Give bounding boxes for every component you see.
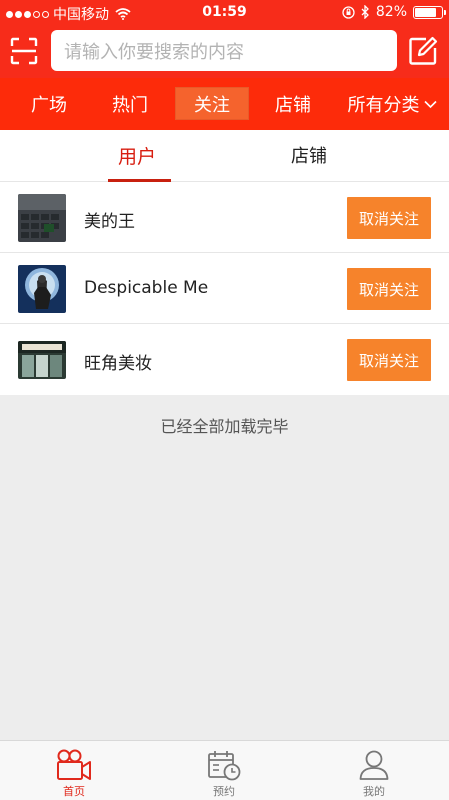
user-name: 旺角美妆 xyxy=(84,354,152,374)
chevron-down-icon xyxy=(423,100,437,108)
avatar[interactable] xyxy=(18,341,66,379)
nav-home[interactable]: 首页 xyxy=(29,741,119,800)
avatar[interactable] xyxy=(18,265,66,313)
search-input[interactable]: 请输入你要搜索的内容 xyxy=(51,30,397,71)
bottom-navigation: 首页 预约 我的 xyxy=(0,740,449,800)
battery-icon xyxy=(413,5,446,19)
scan-icon[interactable] xyxy=(10,37,38,65)
avatar[interactable] xyxy=(18,194,66,242)
nav-profile[interactable]: 我的 xyxy=(329,741,419,800)
nav-label: 首页 xyxy=(63,785,85,798)
unfollow-button[interactable]: 取消关注 xyxy=(347,339,431,381)
bluetooth-icon xyxy=(361,5,369,19)
user-name: 美的王 xyxy=(84,212,135,232)
battery-level-fill xyxy=(415,7,437,17)
subtab-shops[interactable]: 店铺 xyxy=(291,142,327,168)
user-name: Despicable Me xyxy=(84,278,209,298)
tab-all-categories[interactable]: 所有分类 xyxy=(344,78,440,130)
orientation-lock-icon xyxy=(342,5,355,19)
status-bar: 中国移动 01:59 82% xyxy=(0,0,449,24)
calendar-clock-icon xyxy=(208,751,241,781)
nav-booking[interactable]: 预约 xyxy=(179,741,269,800)
tab-square[interactable]: 广场 xyxy=(24,78,74,130)
battery-percent: 82% xyxy=(375,4,407,20)
list-item[interactable]: 美的王 取消关注 xyxy=(0,182,449,253)
nav-label: 预约 xyxy=(213,785,235,798)
edit-icon[interactable] xyxy=(407,35,439,67)
unfollow-button[interactable]: 取消关注 xyxy=(347,268,431,310)
tab-shops[interactable]: 店铺 xyxy=(268,78,318,130)
search-header: 请输入你要搜索的内容 xyxy=(0,24,449,78)
tab-following[interactable]: 关注 xyxy=(175,87,249,120)
nav-label: 我的 xyxy=(363,785,385,798)
follow-list: 美的王 取消关注 Despicable Me 取消关注 旺角美妆 取消关注 xyxy=(0,182,449,395)
tab-hot[interactable]: 热门 xyxy=(105,78,155,130)
person-icon xyxy=(359,750,389,780)
list-item[interactable]: 旺角美妆 取消关注 xyxy=(0,324,449,395)
video-camera-icon xyxy=(57,749,91,780)
search-placeholder: 请输入你要搜索的内容 xyxy=(64,41,244,63)
unfollow-button[interactable]: 取消关注 xyxy=(347,197,431,239)
list-end-message: 已经全部加载完毕 xyxy=(160,417,289,436)
category-tab-bar: 广场 热门 关注 店铺 所有分类 xyxy=(0,78,449,130)
list-item[interactable]: Despicable Me 取消关注 xyxy=(0,253,449,324)
subtab-users[interactable]: 用户 xyxy=(118,142,156,169)
follow-type-tabs: 用户 店铺 xyxy=(0,130,449,182)
